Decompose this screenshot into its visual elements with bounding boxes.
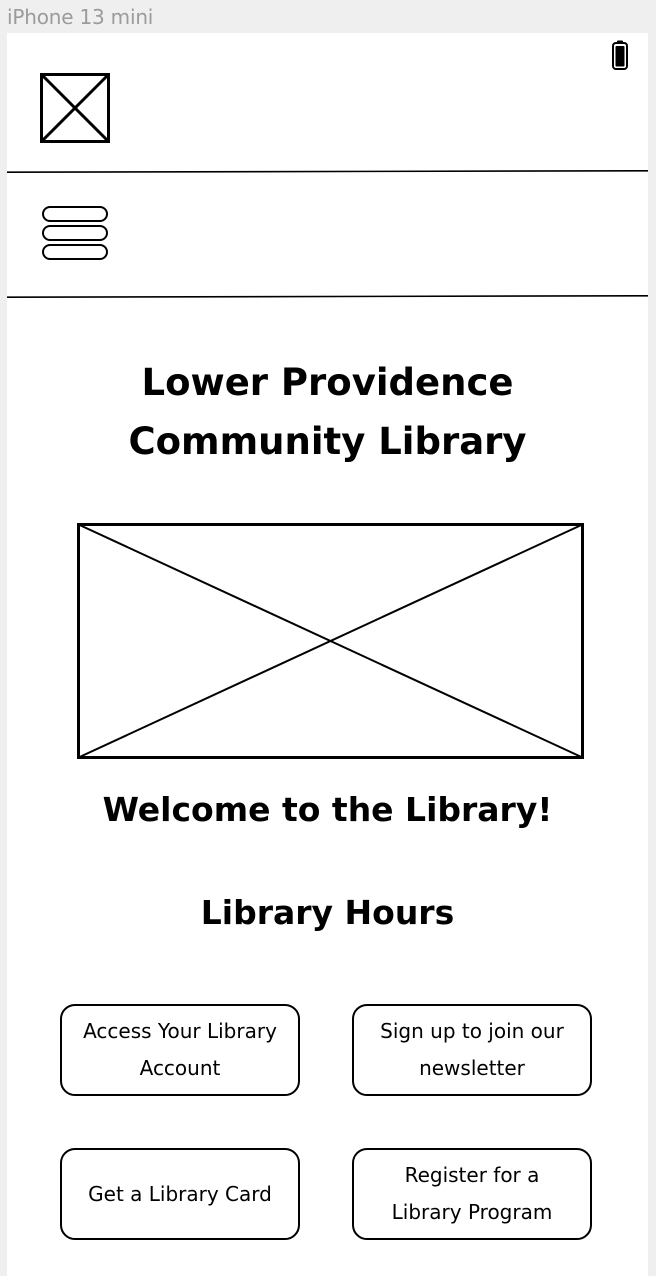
- register-program-button[interactable]: Register for a Library Program: [352, 1148, 592, 1240]
- hamburger-menu-icon[interactable]: [41, 205, 109, 263]
- get-library-card-button[interactable]: Get a Library Card: [60, 1148, 300, 1240]
- library-hours-heading[interactable]: Library Hours: [7, 893, 648, 932]
- phone-screen: Lower Providence Community Library Welco…: [7, 33, 648, 1276]
- page-title: Lower Providence Community Library: [7, 353, 648, 471]
- header-divider: [7, 170, 648, 173]
- nav-divider: [7, 295, 648, 298]
- logo-placeholder-icon[interactable]: [40, 73, 110, 143]
- hero-image-placeholder-icon: [77, 523, 584, 759]
- battery-icon: [612, 40, 628, 70]
- access-account-button[interactable]: Access Your Library Account: [60, 1004, 300, 1096]
- welcome-heading: Welcome to the Library!: [102, 790, 553, 829]
- newsletter-signup-button[interactable]: Sign up to join our newsletter: [352, 1004, 592, 1096]
- page-title-line-2: Community Library: [128, 420, 527, 463]
- frame-label: iPhone 13 mini: [7, 5, 154, 29]
- page-title-line-1: Lower Providence: [141, 361, 514, 404]
